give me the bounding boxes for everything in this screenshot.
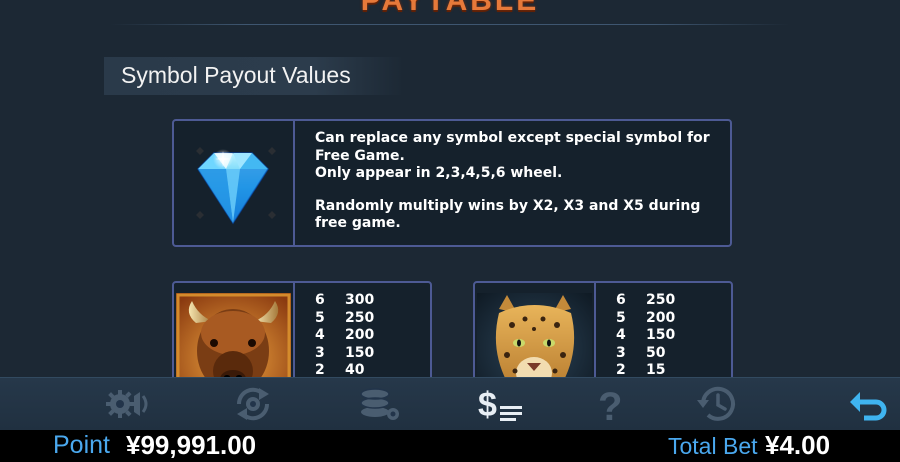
payout-row: 3 150 bbox=[315, 345, 405, 363]
payout-row: 5 200 bbox=[616, 310, 706, 328]
wild-description-line-1: Can replace any symbol except special sy… bbox=[315, 130, 710, 164]
section-title: Symbol Payout Values bbox=[121, 62, 351, 88]
paytable-title: PAYTABLE bbox=[360, 0, 540, 17]
point-label: Point bbox=[53, 431, 110, 459]
diamond-icon bbox=[176, 123, 291, 243]
bottom-toolbar: $ ? bbox=[0, 377, 900, 431]
paytable-icon: $ bbox=[478, 386, 522, 424]
payout-count: 5 bbox=[616, 309, 626, 326]
history-icon bbox=[697, 386, 735, 421]
leopard-payout-list: 6 250 5 200 4 150 3 50 2 15 bbox=[616, 292, 706, 380]
wild-symbol-panel: Can replace any symbol except special sy… bbox=[172, 119, 732, 247]
paytable-button[interactable]: $ bbox=[478, 382, 526, 426]
payout-count: 6 bbox=[315, 292, 325, 308]
payout-row: 6 300 bbox=[315, 292, 405, 310]
payout-row: 5 250 bbox=[315, 310, 405, 328]
title-divider bbox=[110, 24, 790, 25]
payout-count: 4 bbox=[616, 327, 626, 343]
bet-settings-button[interactable] bbox=[355, 382, 403, 426]
payout-row: 4 150 bbox=[616, 327, 706, 345]
payout-row: 4 200 bbox=[315, 327, 405, 345]
svg-text:?: ? bbox=[598, 385, 622, 424]
panel-divider bbox=[293, 121, 295, 245]
payout-count: 5 bbox=[315, 309, 325, 326]
payout-value: 200 bbox=[345, 327, 375, 343]
payout-row: 3 50 bbox=[616, 345, 706, 363]
payout-value: 250 bbox=[646, 292, 676, 308]
payout-count: 3 bbox=[616, 344, 626, 361]
payout-value: 50 bbox=[646, 344, 666, 361]
payout-count: 3 bbox=[315, 344, 325, 361]
sound-settings-icon bbox=[106, 390, 148, 418]
svg-text:$: $ bbox=[478, 386, 497, 424]
payout-value: 200 bbox=[646, 309, 676, 326]
wild-description-line-2: Only appear in 2,3,4,5,6 wheel. bbox=[315, 165, 563, 181]
sound-settings-button[interactable] bbox=[104, 382, 152, 426]
payout-count: 4 bbox=[315, 327, 325, 343]
total-bet-label: Total Bet bbox=[668, 433, 758, 459]
payout-count: 6 bbox=[616, 292, 626, 308]
payout-value: 300 bbox=[345, 292, 375, 308]
total-bet-value: ¥4.00 bbox=[765, 430, 831, 460]
point-balance: ¥99,991.00 bbox=[126, 430, 257, 460]
autoplay-settings-icon bbox=[236, 387, 270, 421]
wild-description-line-3: Randomly multiply wins by X2, X3 and X5 … bbox=[315, 197, 701, 232]
payout-value: 150 bbox=[646, 327, 676, 343]
autoplay-settings-button[interactable] bbox=[229, 382, 277, 426]
help-button[interactable]: ? bbox=[586, 382, 634, 426]
payout-value: 250 bbox=[345, 309, 375, 326]
back-button[interactable] bbox=[846, 382, 894, 426]
help-icon: ? bbox=[598, 385, 622, 424]
bet-settings-icon bbox=[360, 388, 399, 420]
payout-row: 6 250 bbox=[616, 292, 706, 310]
wild-description: Can replace any symbol except special sy… bbox=[315, 130, 720, 233]
history-button[interactable] bbox=[694, 382, 742, 426]
back-icon bbox=[850, 392, 887, 421]
buffalo-payout-list: 6 300 5 250 4 200 3 150 2 40 bbox=[315, 292, 405, 380]
payout-value: 150 bbox=[345, 344, 375, 361]
